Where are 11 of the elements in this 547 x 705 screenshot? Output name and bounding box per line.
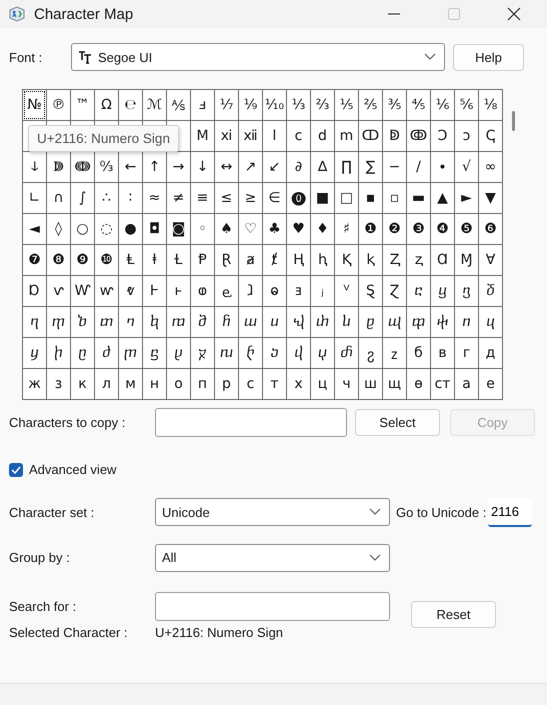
selected-character-value: U+2116: Numero Sign	[155, 624, 284, 640]
selected-character-label: Selected Character :	[9, 624, 129, 640]
tooltip: U+2116: Numero Sign	[28, 125, 179, 152]
search-for-label: Search for :	[9, 599, 78, 614]
advanced-view-label: Advanced view	[29, 462, 116, 477]
group-by-label: Group by :	[9, 550, 71, 565]
font-label: Font :	[9, 50, 44, 64]
character-set-label: Character set :	[9, 504, 96, 520]
window-title: Character Map	[34, 6, 134, 22]
characters-to-copy-label: Characters to copy :	[9, 414, 126, 430]
go-to-unicode-label: Go to Unicode :	[396, 504, 488, 520]
